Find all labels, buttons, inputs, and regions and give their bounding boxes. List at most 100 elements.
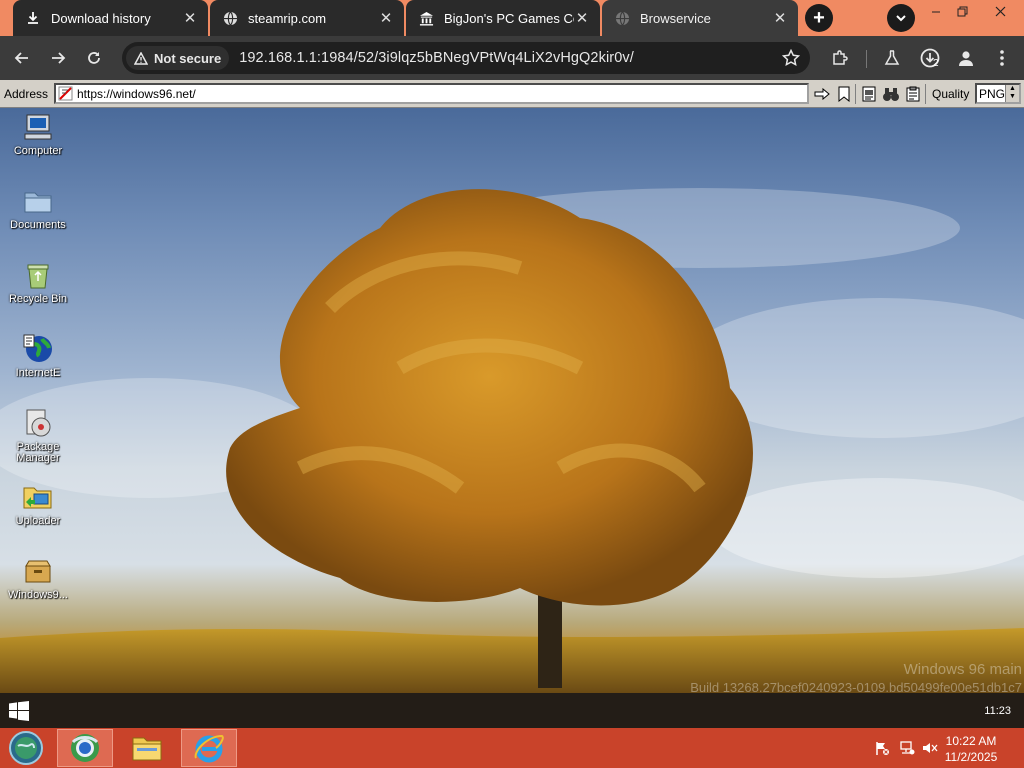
download-count-badge: 2 <box>933 58 939 69</box>
computer-icon <box>21 110 55 144</box>
desktop-icon-label: Documents <box>10 219 66 231</box>
recycle-bin-icon <box>21 258 55 292</box>
start-orb-icon <box>9 731 43 765</box>
new-tab-button[interactable]: + <box>805 4 833 32</box>
restore-button[interactable] <box>946 0 978 22</box>
tab-download-history[interactable]: Download history ✕ <box>13 0 208 36</box>
close-icon[interactable]: ✕ <box>182 10 198 27</box>
tab-search-button[interactable] <box>887 4 915 32</box>
download-icon <box>25 10 41 26</box>
go-button[interactable] <box>812 84 832 104</box>
extensions-button[interactable] <box>828 46 852 70</box>
os-watermark-title: Windows 96 main <box>903 661 1022 678</box>
action-center-flag-icon[interactable] <box>874 741 890 755</box>
close-icon[interactable]: ✕ <box>772 10 788 27</box>
globe-icon <box>222 10 238 26</box>
binoculars-icon <box>883 88 899 101</box>
inner-start-button[interactable] <box>9 701 29 726</box>
chrome-like-browser-icon <box>71 734 99 762</box>
tab-title: BigJon's PC Games Colle <box>444 10 574 26</box>
desktop-icon-documents[interactable]: Documents <box>4 184 72 231</box>
clipboard-button[interactable] <box>903 84 923 104</box>
browser-toolbar: Not secure 192.168.1.1:1984/52/3i9lqz5bB… <box>0 36 1024 80</box>
chevron-down-icon <box>896 15 906 22</box>
tab-title: steamrip.com <box>248 10 327 26</box>
tab-bigjons-pc-games[interactable]: BigJon's PC Games Colle ✕ <box>406 0 600 36</box>
desktop-icon-computer[interactable]: Computer <box>4 110 72 157</box>
menu-button[interactable] <box>990 46 1014 70</box>
library-icon <box>418 10 434 26</box>
security-chip[interactable]: Not secure <box>126 46 230 70</box>
desktop-icon-internete[interactable]: InternetE <box>4 332 72 379</box>
reload-button[interactable] <box>82 46 106 70</box>
taskbar-app-file-explorer[interactable] <box>119 729 175 767</box>
restore-icon <box>957 6 967 16</box>
close-window-button[interactable] <box>978 0 1022 22</box>
desktop-icon-label: Windows9... <box>8 589 68 601</box>
desktop-icon-label: Computer <box>13 145 63 157</box>
back-arrow-icon <box>14 52 28 64</box>
tab-steamrip[interactable]: steamrip.com ✕ <box>210 0 404 36</box>
inner-browser-bar: Address https://windows96.net/ Quality P… <box>0 80 1024 108</box>
host-clock-date: 11/2/2025 <box>944 750 998 764</box>
taskbar-app-internet-explorer[interactable] <box>181 729 237 767</box>
desktop[interactable]: Computer Documents Recycle Bin InternetE… <box>0 108 1024 693</box>
uploader-icon <box>21 480 55 514</box>
host-clock-time: 10:22 AM <box>945 734 997 748</box>
desktop-icon-windows96[interactable]: Windows9... <box>4 554 72 601</box>
inner-taskbar: 11:23 <box>0 693 1024 728</box>
labs-button[interactable] <box>880 46 904 70</box>
tab-strip: Download history ✕ steamrip.com ✕ BigJon… <box>0 0 1024 36</box>
reload-icon <box>88 52 100 64</box>
forward-button[interactable] <box>46 46 70 70</box>
box-icon <box>21 554 55 588</box>
network-icon[interactable] <box>899 741 915 755</box>
close-icon[interactable]: ✕ <box>574 10 590 27</box>
tab-browservice[interactable]: Browservice ✕ <box>602 0 798 36</box>
inner-divider <box>925 84 926 104</box>
inner-page-button[interactable] <box>859 84 879 104</box>
inner-address-input[interactable]: https://windows96.net/ <box>54 83 809 104</box>
host-clock[interactable]: 10:22 AM 11/2/2025 <box>936 733 1006 765</box>
tree-wallpaper <box>0 188 1024 693</box>
go-arrow-icon <box>814 88 830 100</box>
bookmark-icon <box>838 86 850 102</box>
desktop-icon-label: Package Manager <box>16 441 60 464</box>
host-start-orb[interactable] <box>0 729 52 767</box>
tab-title: Browservice <box>640 10 711 26</box>
desktop-icon-uploader[interactable]: Uploader <box>4 480 72 527</box>
internet-explorer-icon <box>194 734 224 763</box>
forward-arrow-icon <box>52 52 66 64</box>
close-icon <box>995 6 1005 16</box>
desktop-icon-recycle-bin[interactable]: Recycle Bin <box>4 258 72 305</box>
omnibox[interactable]: Not secure 192.168.1.1:1984/52/3i9lqz5bB… <box>122 42 810 74</box>
quality-select[interactable]: PNG ▲ ▼ <box>975 83 1021 104</box>
security-label: Not secure <box>154 50 222 66</box>
clipboard-icon <box>906 86 920 102</box>
profile-button[interactable] <box>954 46 978 70</box>
inner-divider <box>855 84 856 104</box>
inner-clock: 11:23 <box>984 705 1011 717</box>
taskbar-app-browser[interactable] <box>57 729 113 767</box>
file-explorer-icon <box>132 737 162 761</box>
close-icon[interactable]: ✕ <box>378 10 394 27</box>
tab-title: Download history <box>51 10 151 26</box>
star-icon <box>781 48 801 67</box>
internet-globe-icon <box>21 332 55 366</box>
address-label: Address <box>4 87 49 101</box>
back-button[interactable] <box>10 46 34 70</box>
warning-icon <box>134 51 148 65</box>
flask-icon <box>884 50 900 65</box>
insecure-page-icon <box>58 86 73 101</box>
desktop-icon-package-manager[interactable]: Package Manager <box>4 406 72 464</box>
minimize-icon <box>932 11 940 13</box>
quality-label: Quality <box>932 87 970 101</box>
bookmark-star-button[interactable] <box>781 48 801 72</box>
profile-icon <box>959 51 973 66</box>
desktop-icon-label: InternetE <box>15 367 61 379</box>
puzzle-icon <box>833 50 848 65</box>
toolbar-divider <box>866 50 867 68</box>
bookmark-button[interactable] <box>834 84 854 104</box>
quality-spinner[interactable]: ▲ ▼ <box>1005 85 1019 102</box>
find-button[interactable] <box>881 84 901 104</box>
